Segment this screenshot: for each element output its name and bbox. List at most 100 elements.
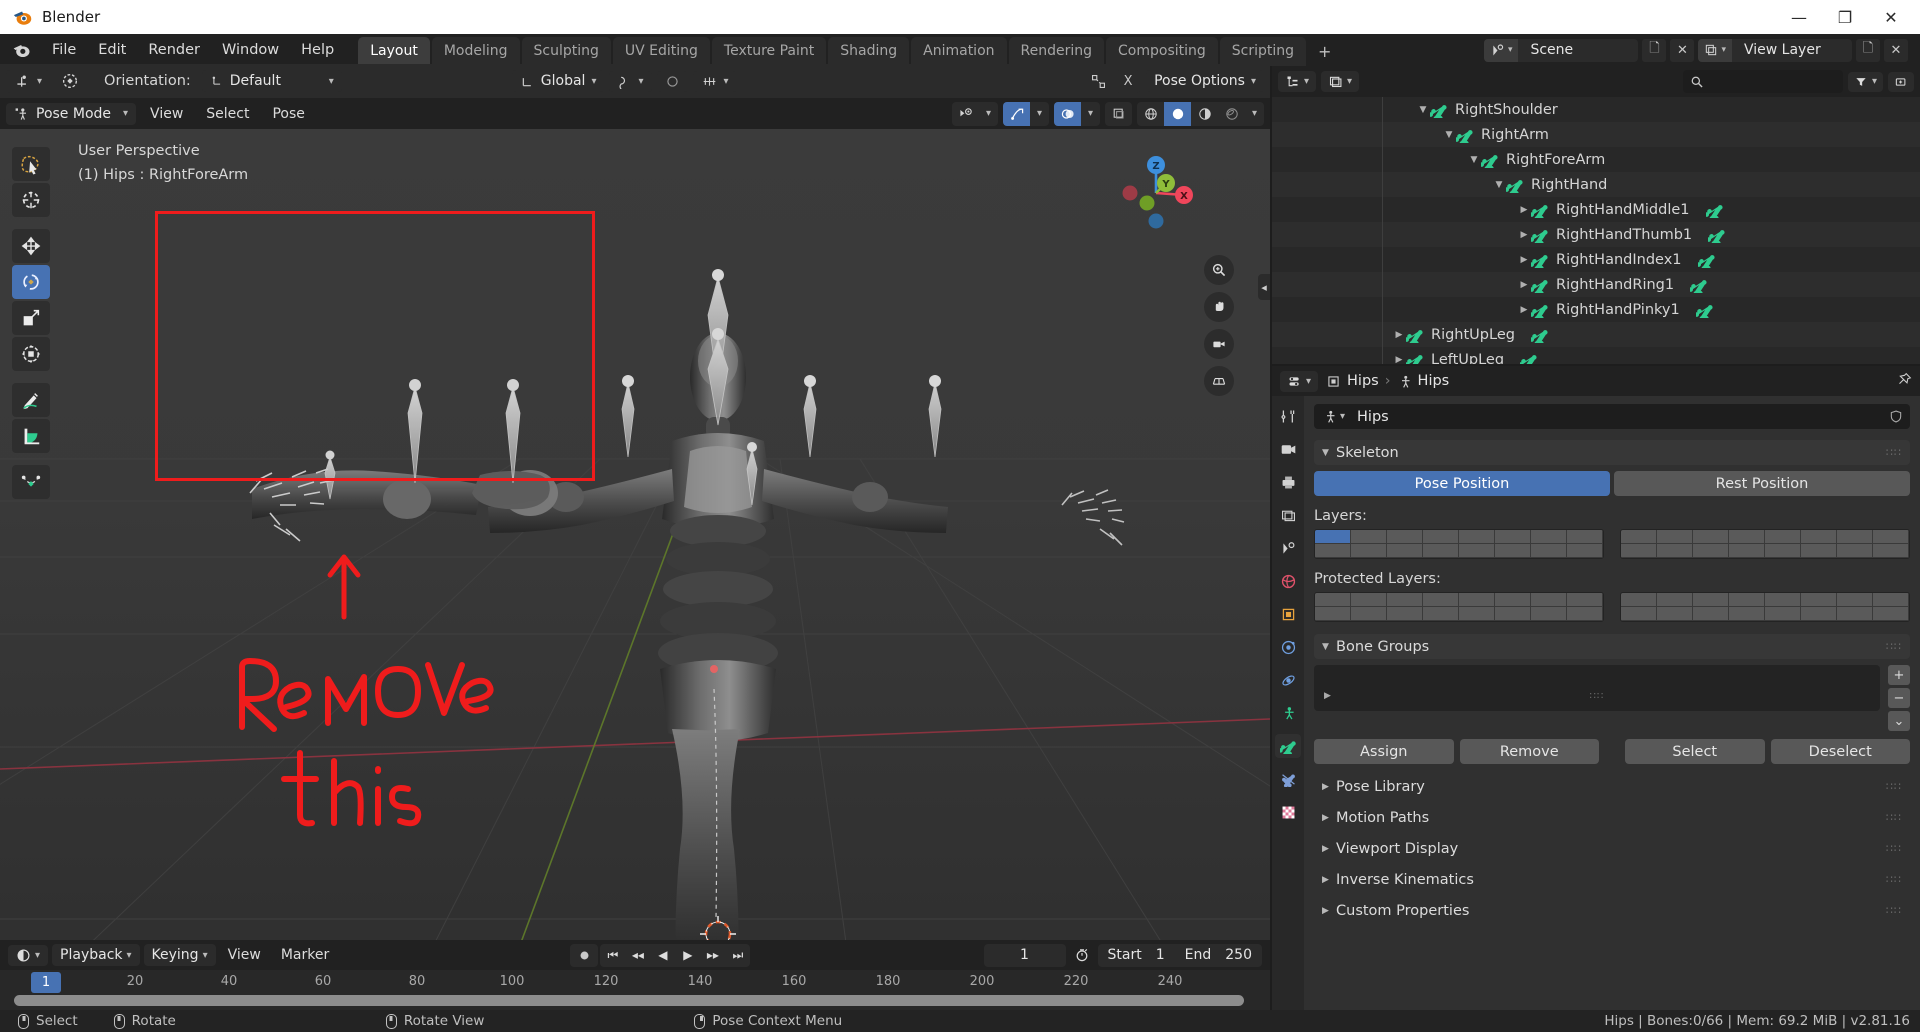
bone-data-icon[interactable]: [1703, 202, 1724, 221]
protected-layer-cell[interactable]: [1837, 607, 1873, 621]
protected-layer-cell[interactable]: [1729, 593, 1765, 607]
bone-data-icon[interactable]: [1706, 227, 1726, 246]
protected-layer-cell[interactable]: [1531, 593, 1567, 607]
outliner-row-righthandthumb1[interactable]: ▶ RightHandThumb1: [1272, 222, 1920, 247]
outliner-row-rightshoulder[interactable]: ▼ RightShoulder: [1272, 97, 1920, 122]
layer-cell[interactable]: [1387, 530, 1423, 544]
protected-layer-cell[interactable]: [1693, 607, 1729, 621]
camera-view-icon[interactable]: [1204, 329, 1234, 359]
disclosure-triangle-icon[interactable]: ▼: [1492, 180, 1506, 190]
pin-id-icon[interactable]: [1897, 372, 1912, 391]
blender-menu-icon[interactable]: [12, 40, 32, 60]
annotate-tool-button[interactable]: [12, 383, 50, 417]
viewport-canvas[interactable]: User Perspective (1) Hips : RightForeArm: [0, 129, 1270, 972]
protected-layer-cell[interactable]: [1495, 607, 1531, 621]
menu-render[interactable]: Render: [138, 39, 210, 61]
select-button[interactable]: Select: [1625, 739, 1765, 764]
current-frame-field[interactable]: 1: [983, 943, 1066, 967]
disclosure-triangle-icon[interactable]: ▶: [1517, 280, 1531, 290]
close-button[interactable]: ✕: [1868, 0, 1914, 34]
disclosure-triangle-icon[interactable]: ▼: [1467, 155, 1481, 165]
disclosure-triangle-icon[interactable]: ▶: [1392, 355, 1406, 365]
protected-layer-cell[interactable]: [1567, 607, 1603, 621]
protected-layer-cell[interactable]: [1765, 593, 1801, 607]
rotate-tool-button[interactable]: [12, 265, 50, 299]
panel-header-bone-groups[interactable]: ▼ Bone Groups ∷∷: [1314, 634, 1910, 659]
tab-object-data-armature[interactable]: [1275, 734, 1301, 758]
protected-layer-cell[interactable]: [1729, 607, 1765, 621]
tab-bone-constraints[interactable]: [1275, 767, 1301, 791]
outliner-row-righthandindex1[interactable]: ▶ RightHandIndex1: [1272, 247, 1920, 272]
scale-tool-button[interactable]: [12, 301, 50, 335]
scene-selector[interactable]: ▾ Scene: [1483, 38, 1639, 62]
panel-expand-icon[interactable]: ▶: [1322, 844, 1336, 854]
play-reverse-button[interactable]: ◀: [650, 944, 675, 967]
protected-layer-cell[interactable]: [1315, 593, 1351, 607]
outliner-row-righthand[interactable]: ▼ RightHand: [1272, 172, 1920, 197]
assign-button[interactable]: Assign: [1314, 739, 1454, 764]
menu-file[interactable]: File: [42, 39, 86, 61]
breadcrumb-object-name[interactable]: Hips: [1347, 373, 1379, 389]
layer-cell[interactable]: [1621, 530, 1657, 544]
measure-tool-button[interactable]: [12, 419, 50, 453]
protected-layer-cell[interactable]: [1801, 593, 1837, 607]
shading-mode-group[interactable]: ▾: [1137, 101, 1264, 126]
wireframe-shading-icon[interactable]: [1137, 102, 1164, 126]
disclosure-triangle-icon[interactable]: ▶: [1517, 230, 1531, 240]
panel-expand-icon[interactable]: ▶: [1322, 906, 1336, 916]
zoom-view-icon[interactable]: [1204, 255, 1234, 285]
bone-data-icon[interactable]: [1688, 277, 1708, 296]
panel-header-inverse-kinematics[interactable]: ▶ Inverse Kinematics ∷∷: [1314, 867, 1910, 892]
tab-texture[interactable]: [1275, 800, 1301, 824]
protected-layer-cell[interactable]: [1657, 607, 1693, 621]
protected-layer-cell[interactable]: [1657, 593, 1693, 607]
protected-layer-cell[interactable]: [1387, 593, 1423, 607]
panel-header-pose-library[interactable]: ▶ Pose Library ∷∷: [1314, 774, 1910, 799]
overlay-selector[interactable]: ▾: [1054, 101, 1100, 126]
transform-tool-button[interactable]: [12, 337, 50, 371]
layer-cell[interactable]: [1729, 530, 1765, 544]
tab-object[interactable]: [1275, 602, 1301, 626]
layer-cell[interactable]: [1495, 544, 1531, 558]
deselect-button[interactable]: Deselect: [1770, 739, 1910, 764]
protected-layer-cell[interactable]: [1387, 607, 1423, 621]
bone-groups-resize-grip[interactable]: ∷∷: [1590, 691, 1605, 702]
disclosure-triangle-icon[interactable]: ▶: [1517, 305, 1531, 315]
viewport-menu-select[interactable]: Select: [197, 103, 258, 125]
layer-cell[interactable]: [1531, 530, 1567, 544]
layer-cell[interactable]: [1567, 544, 1603, 558]
new-scene-icon[interactable]: 🗋: [1642, 38, 1667, 62]
disclosure-triangle-icon[interactable]: ▶: [1517, 205, 1531, 215]
layer-cell[interactable]: [1351, 530, 1387, 544]
outliner-row-rightarm[interactable]: ▼ RightArm: [1272, 122, 1920, 147]
start-frame-field[interactable]: Start 1: [1098, 947, 1175, 963]
outliner-new-collection-icon[interactable]: [1888, 71, 1914, 92]
protected-layer-cell[interactable]: [1567, 593, 1603, 607]
workspace-tab-sculpting[interactable]: Sculpting: [521, 37, 611, 66]
proportional-falloff-dropdown[interactable]: ▾: [692, 70, 737, 92]
editor-type-dropdown[interactable]: ▾: [8, 944, 49, 966]
timeline-ruler[interactable]: 1 20 40 60 80 100 120 140 160 180 200 22…: [0, 970, 1270, 995]
cursor-tool-button[interactable]: [12, 183, 50, 217]
layer-cell[interactable]: [1423, 530, 1459, 544]
bone-data-icon[interactable]: [1518, 352, 1538, 364]
jump-to-end-button[interactable]: ⏭: [725, 944, 750, 967]
workspace-tab-animation[interactable]: Animation: [911, 37, 1007, 66]
layer-cell[interactable]: [1315, 530, 1351, 544]
playback-dropdown[interactable]: Playback ▾: [52, 944, 140, 966]
layer-cell[interactable]: [1693, 544, 1729, 558]
layer-cell[interactable]: [1801, 544, 1837, 558]
tool-preset-dropdown[interactable]: ▾: [6, 69, 51, 93]
overlays-toggle-icon[interactable]: [1054, 101, 1081, 126]
protected-layer-cell[interactable]: [1621, 607, 1657, 621]
layer-cell[interactable]: [1495, 530, 1531, 544]
bone-data-icon[interactable]: [1695, 252, 1716, 271]
tab-view-layer[interactable]: [1275, 503, 1301, 527]
tab-physics[interactable]: [1275, 668, 1301, 692]
outliner-row-righthandmiddle1[interactable]: ▶ RightHandMiddle1: [1272, 197, 1920, 222]
protected-layers-group-right[interactable]: [1620, 592, 1910, 622]
menu-help[interactable]: Help: [291, 39, 344, 61]
outliner-display-mode-dropdown[interactable]: ▾: [1321, 71, 1360, 92]
bone-groups-expand-icon[interactable]: ▶: [1324, 691, 1331, 701]
layer-cell[interactable]: [1351, 544, 1387, 558]
